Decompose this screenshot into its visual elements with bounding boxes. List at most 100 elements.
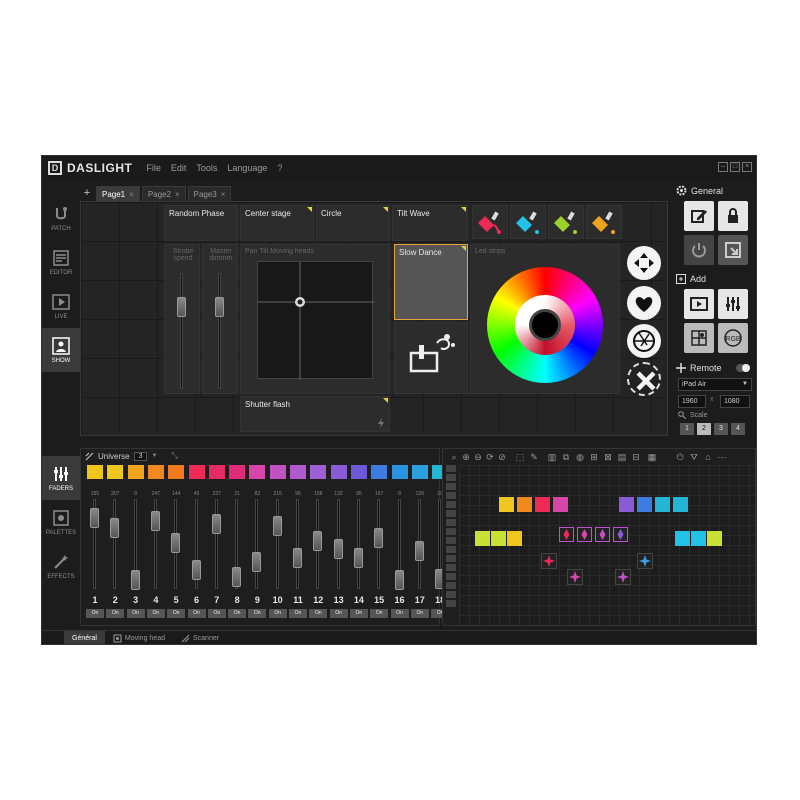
scale-3-button[interactable]: 3: [714, 423, 728, 435]
cross-icon[interactable]: ⊠: [603, 452, 613, 462]
nav-patch[interactable]: PATCH: [42, 196, 80, 240]
edit-button[interactable]: [684, 201, 714, 231]
fixture-scanner[interactable]: [541, 553, 557, 569]
nav-show[interactable]: SHOW: [42, 328, 80, 372]
channel-on-button[interactable]: On: [370, 609, 389, 618]
channel-color-swatch[interactable]: [391, 465, 408, 479]
power-icon[interactable]: ⏻: [675, 452, 685, 462]
fixture-par[interactable]: [499, 497, 514, 512]
channel-fader-knob[interactable]: [252, 552, 262, 573]
channel-fader-knob[interactable]: [211, 514, 221, 535]
channel-fader-knob[interactable]: [272, 515, 282, 536]
fixture-par[interactable]: [707, 531, 722, 546]
color-preset-green[interactable]: [548, 205, 584, 239]
channel-on-button[interactable]: On: [349, 609, 368, 618]
add-fader-button[interactable]: [718, 289, 748, 319]
nav-palettes[interactable]: PALETTES: [42, 500, 80, 544]
link-icon[interactable]: ⤡: [171, 451, 177, 461]
fixture-scanner[interactable]: [637, 553, 653, 569]
channel-on-button[interactable]: On: [187, 609, 206, 618]
flash-shutter-flash[interactable]: Shutter flash: [240, 396, 390, 432]
arrange-icon[interactable]: ⊞: [589, 452, 599, 462]
power-button[interactable]: [684, 235, 714, 265]
channel-color-swatch[interactable]: [310, 465, 327, 479]
scale-4-button[interactable]: 4: [731, 423, 745, 435]
channel-color-swatch[interactable]: [107, 465, 124, 479]
menu-edit[interactable]: Edit: [171, 163, 187, 173]
channel-on-button[interactable]: On: [309, 609, 328, 618]
fixture-par[interactable]: [673, 497, 688, 512]
status-tab-moving-head[interactable]: Moving head: [105, 631, 173, 645]
channel-fader-knob[interactable]: [293, 548, 302, 569]
grid-icon[interactable]: ▦: [647, 452, 657, 462]
preset-shutter-button[interactable]: [627, 324, 661, 358]
rotate-icon[interactable]: ⟳: [485, 452, 495, 462]
fixture-moving-head[interactable]: [613, 527, 628, 542]
fixture-par[interactable]: [517, 497, 532, 512]
channel-on-button[interactable]: On: [126, 609, 145, 618]
channel-color-swatch[interactable]: [188, 465, 205, 479]
channel-on-button[interactable]: On: [86, 609, 104, 618]
nav-faders[interactable]: FADERS: [42, 456, 80, 500]
preset-expand-button[interactable]: [627, 362, 661, 396]
add-scene-button[interactable]: [684, 289, 714, 319]
scene-slow-dance[interactable]: Slow Dance: [394, 244, 468, 320]
height-input[interactable]: 1080: [720, 395, 750, 408]
channel-fader-knob[interactable]: [414, 540, 424, 561]
menu-tools[interactable]: Tools: [196, 163, 217, 173]
channel-fader-knob[interactable]: [353, 548, 363, 569]
channel-on-button[interactable]: On: [106, 609, 125, 618]
color-preset-cyan[interactable]: [510, 205, 546, 239]
channel-on-button[interactable]: On: [248, 609, 267, 618]
close-tab-icon[interactable]: ×: [175, 190, 180, 199]
channel-on-button[interactable]: On: [167, 609, 186, 618]
channel-fader-knob[interactable]: [394, 570, 404, 591]
fader-knob[interactable]: [215, 297, 224, 317]
channel-fader-knob[interactable]: [191, 559, 201, 580]
fixture-par[interactable]: [637, 497, 652, 512]
add-xy-button[interactable]: [684, 323, 714, 353]
channel-color-swatch[interactable]: [249, 465, 266, 479]
select-icon[interactable]: ⬚: [515, 452, 525, 462]
fullscreen-button[interactable]: [718, 235, 748, 265]
preset-move-button[interactable]: [627, 246, 661, 280]
channel-fader-knob[interactable]: [150, 511, 160, 532]
tap-button[interactable]: [394, 322, 468, 394]
channel-fader-knob[interactable]: [90, 508, 99, 529]
fixture-par[interactable]: [553, 497, 568, 512]
chevron-down-icon[interactable]: ▼: [151, 453, 157, 459]
nav-effects[interactable]: EFFECTS: [42, 544, 80, 588]
channel-color-swatch[interactable]: [127, 465, 144, 479]
universe-input[interactable]: 3: [133, 451, 148, 461]
channel-on-button[interactable]: On: [207, 609, 226, 618]
fixture-par[interactable]: [475, 531, 490, 546]
channel-fader-knob[interactable]: [333, 538, 343, 559]
fixture-scanner[interactable]: [567, 569, 583, 585]
channel-on-button[interactable]: On: [329, 609, 348, 618]
scale-2-button[interactable]: 2: [697, 423, 711, 435]
nav-live[interactable]: LIVE: [42, 284, 80, 328]
align-icon[interactable]: ▥: [547, 452, 557, 462]
fixture-moving-head[interactable]: [577, 527, 592, 542]
channel-on-button[interactable]: On: [228, 609, 247, 618]
channel-color-swatch[interactable]: [168, 465, 185, 479]
color-wheel[interactable]: [487, 267, 603, 383]
channel-color-swatch[interactable]: [147, 465, 164, 479]
lock-button[interactable]: [718, 201, 748, 231]
fixture-par[interactable]: [691, 531, 706, 546]
xy-pad[interactable]: [257, 261, 374, 380]
channel-on-button[interactable]: On: [146, 609, 165, 618]
zoom-out-icon[interactable]: ⊖: [473, 452, 483, 462]
fixture-par[interactable]: [675, 531, 690, 546]
fixture-par[interactable]: [507, 531, 522, 546]
channel-fader-knob[interactable]: [130, 570, 140, 591]
status-tab-scanner[interactable]: Scanner: [173, 631, 227, 645]
channel-fader-knob[interactable]: [171, 533, 181, 554]
shape-icon[interactable]: ◍: [575, 452, 585, 462]
remote-toggle[interactable]: [735, 364, 750, 372]
maximize-icon[interactable]: □: [730, 162, 740, 172]
fixture-scanner[interactable]: [615, 569, 631, 585]
scene-tilt-wave[interactable]: Tilt Wave: [392, 205, 468, 241]
channel-color-swatch[interactable]: [411, 465, 428, 479]
channel-color-swatch[interactable]: [290, 465, 306, 479]
